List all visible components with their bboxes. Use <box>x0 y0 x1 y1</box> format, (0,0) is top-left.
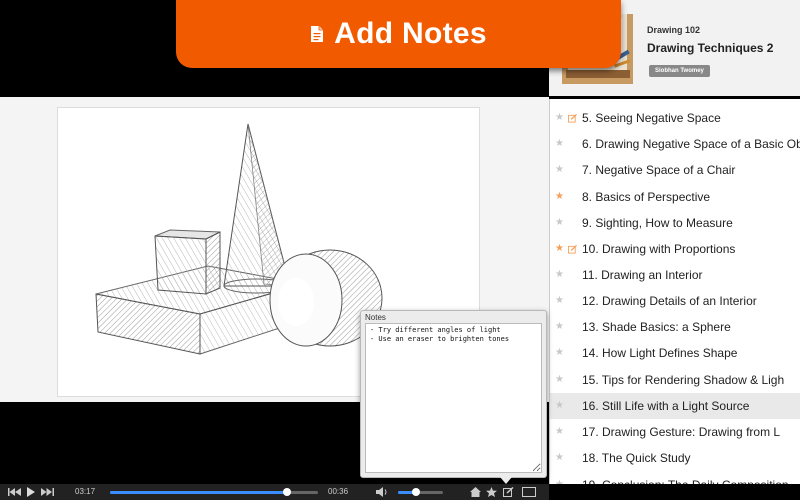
volume-knob[interactable] <box>412 488 420 496</box>
lesson-label: 14. How Light Defines Shape <box>582 346 738 360</box>
lesson-label: 12. Drawing Details of an Interior <box>582 294 757 308</box>
lesson-item[interactable]: ★ 10. Drawing with Proportions <box>550 236 800 262</box>
favorite-star-icon[interactable]: ★ <box>555 113 564 123</box>
document-icon <box>311 26 324 42</box>
fullscreen-icon[interactable] <box>522 487 536 497</box>
favorite-star-icon[interactable]: ★ <box>555 218 564 228</box>
course-subtitle: Drawing 102 <box>647 25 701 35</box>
remaining-time: 00:36 <box>328 487 349 496</box>
lesson-list[interactable]: ★ 5. Seeing Negative Space ★ 6. Drawing Neg… <box>549 99 800 484</box>
fast-forward-icon[interactable] <box>40 487 54 497</box>
favorite-star-icon[interactable]: ★ <box>555 139 564 149</box>
favorite-star-icon[interactable]: ★ <box>555 480 564 485</box>
notes-panel: Notes <box>360 310 547 484</box>
favorite-star-icon[interactable]: ★ <box>555 427 564 437</box>
lesson-item[interactable]: ★ 11. Drawing an Interior <box>550 262 800 288</box>
lesson-label: 19. Conclusion: The Daily Composition <box>582 478 789 484</box>
favorite-star-icon[interactable]: ★ <box>555 453 564 463</box>
lesson-item[interactable]: ★ 7. Negative Space of a Chair <box>550 157 800 183</box>
lesson-item[interactable]: ★ 13. Shade Basics: a Sphere <box>550 314 800 340</box>
lesson-label: 6. Drawing Negative Space of a Basic Obj… <box>582 137 800 151</box>
progress-knob[interactable] <box>282 488 291 496</box>
lesson-label: 11. Drawing an Interior <box>582 268 703 282</box>
lesson-label: 13. Shade Basics: a Sphere <box>582 320 731 334</box>
lesson-item[interactable]: ★ 5. Seeing Negative Space <box>550 105 800 131</box>
lesson-item[interactable]: ★ 15. Tips for Rendering Shadow & Ligh <box>550 367 800 393</box>
lesson-item[interactable]: ★ 6. Drawing Negative Space of a Basic Ob… <box>550 131 800 157</box>
volume-icon[interactable] <box>376 487 389 497</box>
favorite-star-icon[interactable]: ★ <box>555 270 564 280</box>
lesson-label: 15. Tips for Rendering Shadow & Ligh <box>582 373 785 387</box>
lesson-label: 7. Negative Space of a Chair <box>582 163 736 177</box>
favorite-star-icon[interactable]: ★ <box>555 165 564 175</box>
volume-slider[interactable] <box>398 488 443 496</box>
lesson-item[interactable]: ★ 16. Still Life with a Light Source <box>550 393 800 419</box>
favorite-star-icon[interactable]: ★ <box>555 244 564 254</box>
lesson-item[interactable]: ★ 12. Drawing Details of an Interior <box>550 288 800 314</box>
lesson-item[interactable]: ★ 14. How Light Defines Shape <box>550 340 800 366</box>
notes-textarea[interactable] <box>365 323 542 473</box>
rewind-icon[interactable] <box>8 487 22 497</box>
favorite-star-icon[interactable]: ★ <box>555 348 564 358</box>
favorite-star-icon[interactable]: ★ <box>555 375 564 385</box>
notes-title: Notes <box>365 313 386 322</box>
elapsed-time: 03:17 <box>75 487 96 496</box>
favorite-star-icon[interactable]: ★ <box>555 322 564 332</box>
lesson-item[interactable]: ★ 8. Basics of Perspective <box>550 184 800 210</box>
lesson-label: 9. Sighting, How to Measure <box>582 216 733 230</box>
lesson-item[interactable]: ★ 9. Sighting, How to Measure <box>550 210 800 236</box>
lesson-label: 17. Drawing Gesture: Drawing from L <box>582 425 781 439</box>
transport-bar: 03:17 00:36 <box>0 484 549 500</box>
lesson-item[interactable]: ★ 18. The Quick Study <box>550 445 800 471</box>
course-title: Drawing Techniques 2 <box>647 41 774 55</box>
favorite-star-icon[interactable]: ★ <box>555 192 564 202</box>
star-icon[interactable] <box>486 487 497 497</box>
lesson-item[interactable]: ★ 17. Drawing Gesture: Drawing from L <box>550 419 800 445</box>
note-indicator-icon <box>568 244 577 254</box>
play-icon[interactable] <box>26 487 36 497</box>
favorite-star-icon[interactable]: ★ <box>555 296 564 306</box>
progress-fill <box>110 491 287 494</box>
home-icon[interactable] <box>470 487 481 497</box>
lesson-label: 16. Still Life with a Light Source <box>582 399 750 413</box>
add-notes-banner: Add Notes <box>176 0 621 68</box>
notes-pointer <box>500 477 512 484</box>
lesson-label: 18. The Quick Study <box>582 451 691 465</box>
favorite-star-icon[interactable]: ★ <box>555 401 564 411</box>
lesson-label: 10. Drawing with Proportions <box>582 242 736 256</box>
author-badge: Siobhan Twomey <box>649 65 710 77</box>
lesson-item[interactable]: ★ 19. Conclusion: The Daily Composition <box>550 472 800 484</box>
notes-icon[interactable] <box>503 487 514 497</box>
lesson-label: 5. Seeing Negative Space <box>582 111 721 125</box>
lesson-label: 8. Basics of Perspective <box>582 190 711 204</box>
banner-title: Add Notes <box>334 17 487 50</box>
progress-slider[interactable] <box>110 488 318 496</box>
note-indicator-icon <box>568 113 577 123</box>
